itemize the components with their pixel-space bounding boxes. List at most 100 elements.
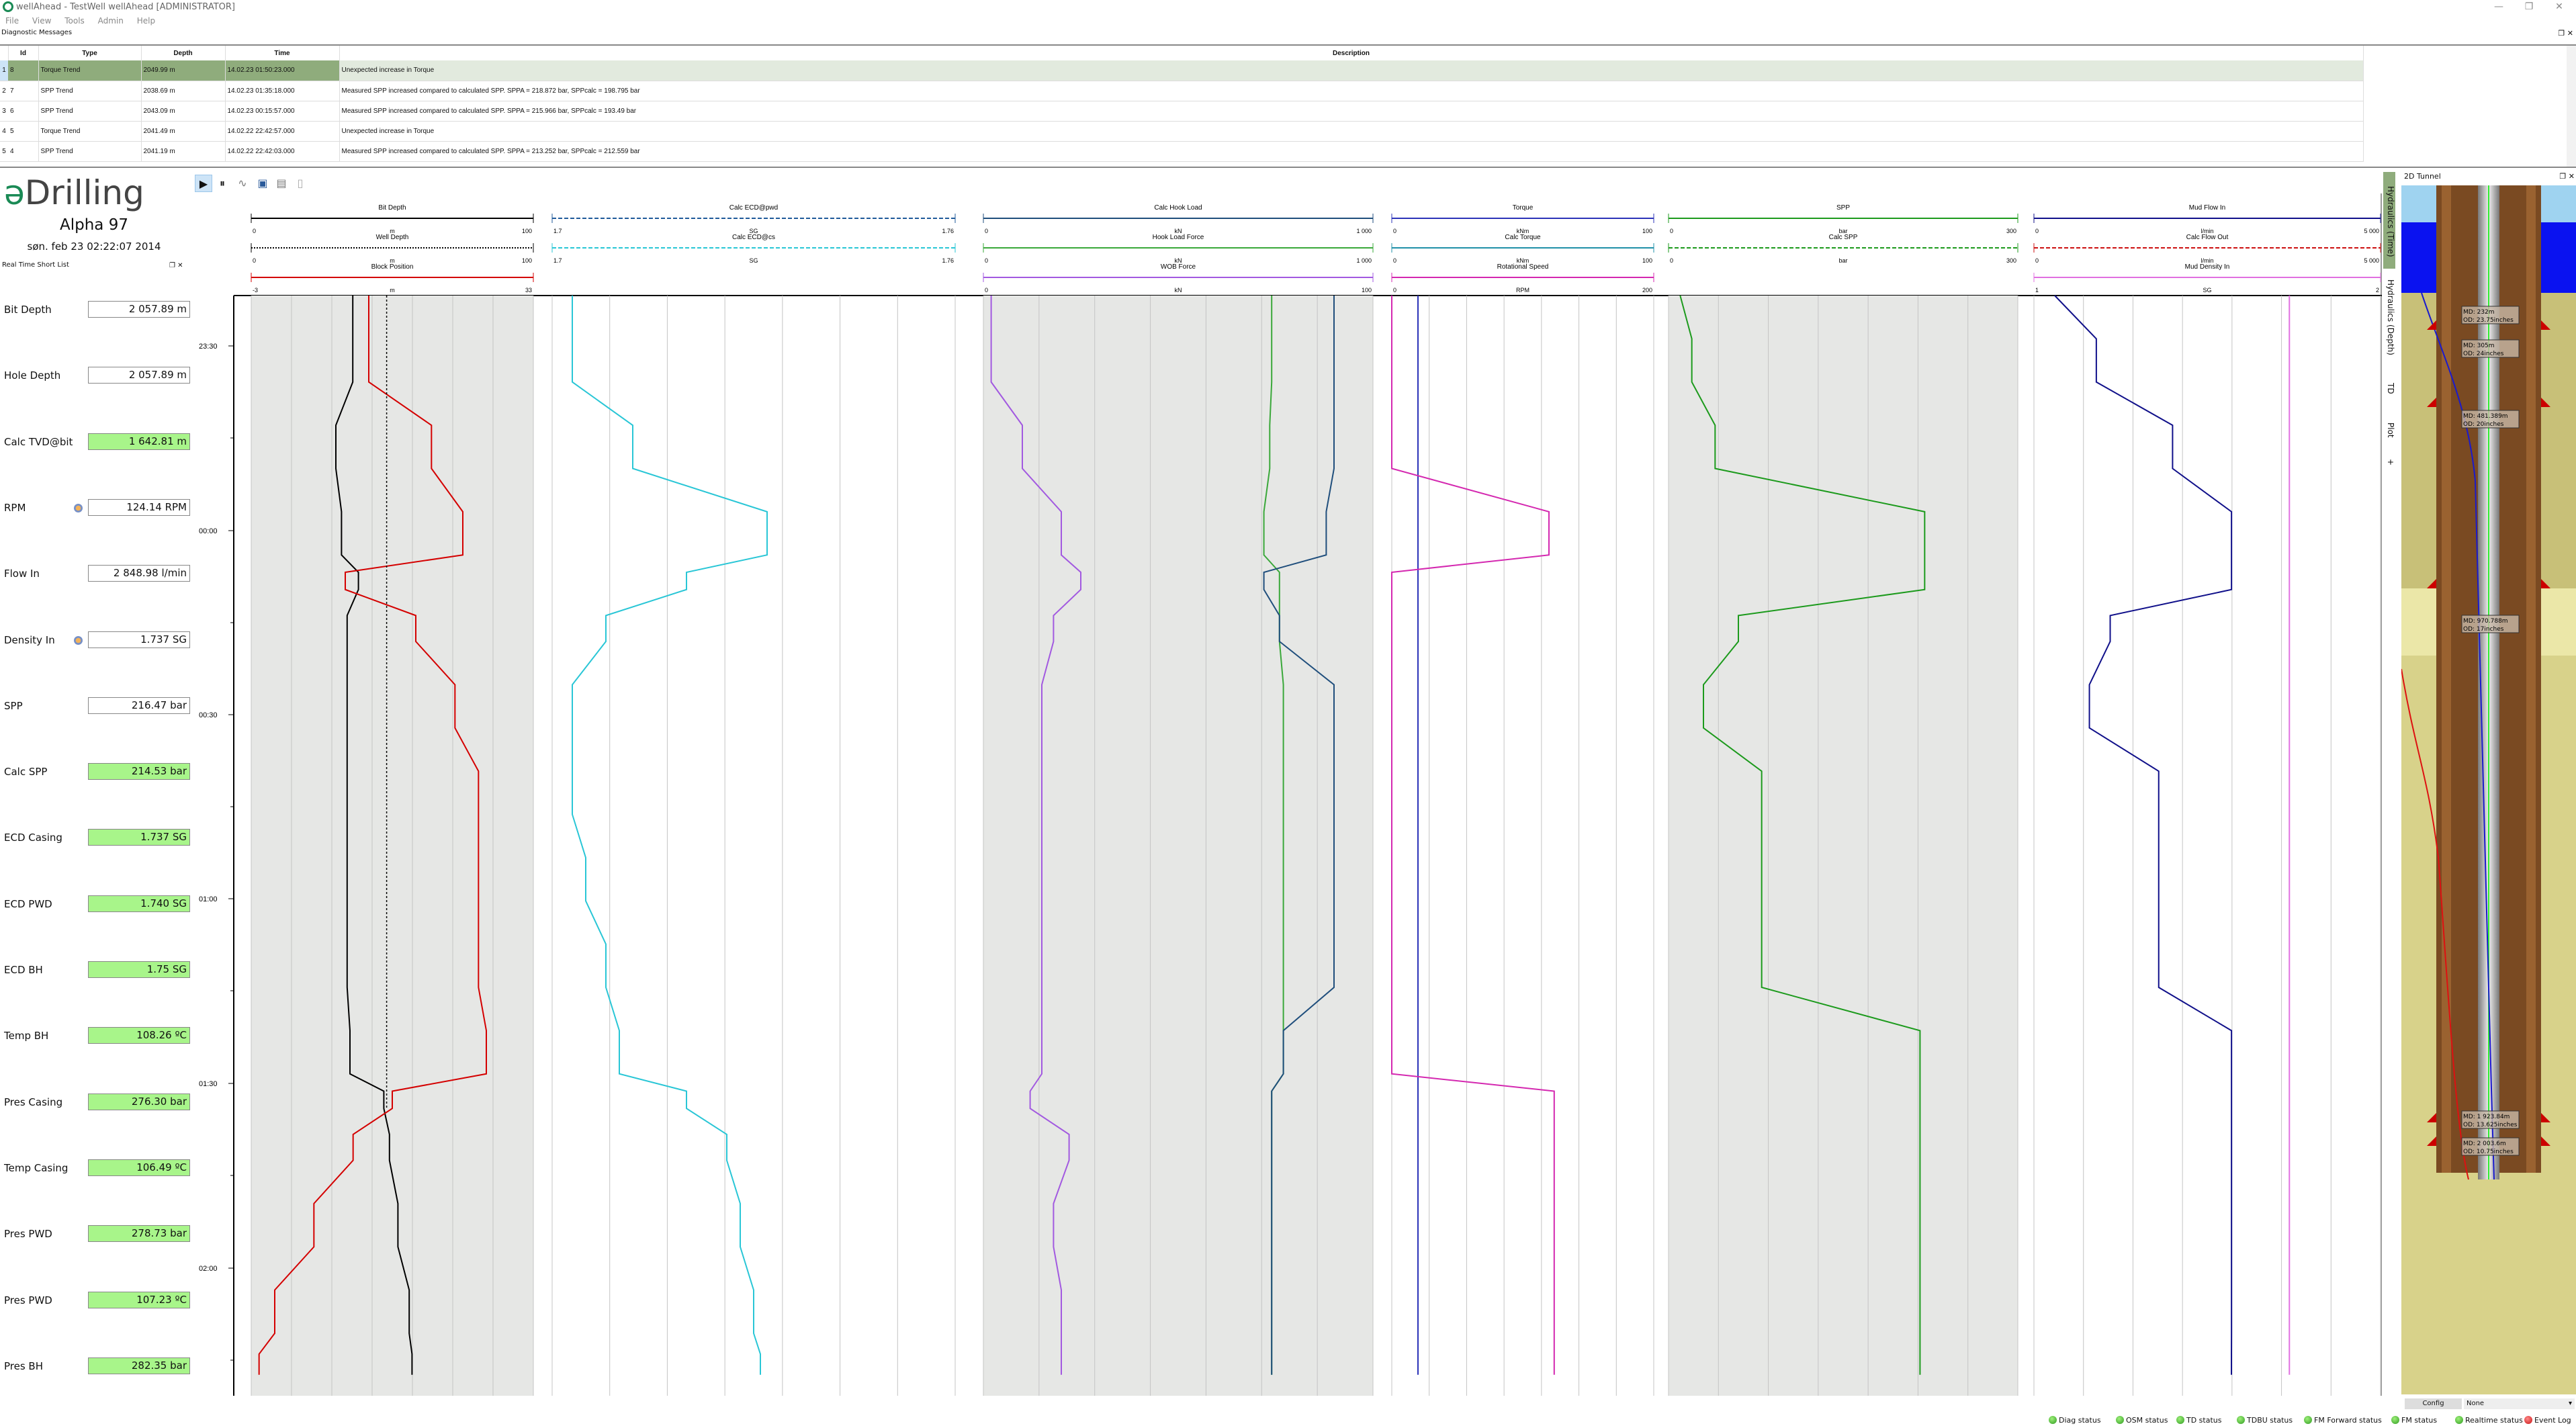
track-ecd[interactable]: Calc ECD@pwd 1.7 SG 1.76Calc ECD@cs 1.7 SG 1.7… [551, 204, 956, 1396]
print-icon[interactable]: ▤ [273, 175, 290, 192]
gauge-icon[interactable] [74, 503, 83, 512]
side-tab[interactable]: + [2383, 451, 2395, 471]
curve-header[interactable]: Rotational Speed 0 RPM 200 [1391, 263, 1654, 294]
curve-header[interactable]: Well Depth0 m 100 [251, 234, 534, 264]
col-description[interactable]: Description [339, 46, 2364, 60]
curve-header[interactable]: Calc SPP 0 bar 300 [1668, 234, 2018, 264]
curve-header[interactable]: Mud Density In 1 SG 2 [2033, 263, 2381, 294]
curve-header[interactable]: Calc Torque0 kNm 100 [1391, 234, 1654, 264]
diagnostics-panel-controls[interactable]: ❐ ✕ [2558, 29, 2573, 38]
curve-header[interactable]: SPP0 bar 300 [1668, 204, 2018, 234]
gauge-icon[interactable] [74, 635, 83, 645]
float-icon[interactable]: ❐ [2559, 172, 2566, 181]
float-icon[interactable]: ❐ [2558, 29, 2565, 38]
minimize-button[interactable]: — [2485, 1, 2512, 12]
curve-max: 5 000 [2364, 228, 2379, 234]
short-list-label: ECD BH [4, 964, 43, 976]
status-item[interactable]: OSM status [2116, 1416, 2168, 1425]
curve-header[interactable]: Torque0 kNm 100 [1391, 204, 1654, 234]
menu-help[interactable]: Help [137, 16, 155, 26]
curve-header[interactable]: Calc ECD@pwd1.7 SG 1.76 [551, 204, 956, 234]
ok-status-icon [2049, 1416, 2057, 1424]
pause-icon[interactable]: ⏸ [214, 175, 231, 192]
config-button[interactable]: Config [2405, 1398, 2462, 1409]
short-list-controls[interactable]: ❐ ✕ [169, 262, 183, 269]
curve-header[interactable]: WOB Force 0 kN 100 [983, 263, 1374, 294]
curve-header[interactable]: Bit Depth0 m 100 [251, 204, 534, 234]
short-list-value: 216.47 bar [88, 697, 190, 714]
table-row[interactable]: 2 7 SPP Trend 2038.69 m 14.02.23 01:35:18.00… [0, 81, 2364, 101]
diagnostics-scrollbar[interactable] [2567, 46, 2576, 167]
table-row[interactable]: 4 5 Torque Trend 2041.49 m 14.02.22 22:42:57… [0, 121, 2364, 142]
col-depth[interactable]: Depth [141, 46, 226, 60]
curve-header[interactable]: Calc ECD@cs 1.7 SG 1.76 [551, 234, 956, 264]
col-type[interactable]: Type [38, 46, 142, 60]
wave-icon[interactable]: ∿ [234, 175, 251, 192]
status-item[interactable]: FM status [2391, 1416, 2437, 1425]
side-tabs: Hydraulics (Time) Hydraulics (Depth) TD Plo… [2383, 172, 2395, 1394]
col-id[interactable]: Id [8, 46, 39, 60]
diagnostics-panel-title: Diagnostic Messages [1, 29, 73, 36]
short-list-item: ECD Casing 1.737 SG [4, 829, 190, 846]
track-flow[interactable]: Mud Flow In0 l/min 5 000Calc Flow Out0 l/mi… [2033, 204, 2381, 1396]
curve-unit: m [390, 287, 395, 294]
status-label: Realtime status [2465, 1416, 2523, 1425]
curve-header[interactable]: Calc Hook Load0 kN 1 000 [983, 204, 1374, 234]
close-icon[interactable]: ✕ [177, 262, 183, 269]
side-tab[interactable]: Hydraulics (Time) [2383, 172, 2395, 269]
track-spp[interactable]: SPP 0 bar 300Calc SPP 0 bar 300 [1668, 204, 2018, 1396]
menu-tools[interactable]: Tools [64, 16, 85, 26]
table-row[interactable]: 5 4 SPP Trend 2041.19 m 14.02.22 22:42:03.00… [0, 141, 2364, 162]
short-list-item: Temp BH 108.26 ºC [4, 1027, 190, 1044]
ok-status-icon [2455, 1416, 2463, 1424]
status-item[interactable]: Event Log [2524, 1416, 2571, 1425]
curve-max: 100 [522, 228, 532, 234]
track-torque[interactable]: Torque0 kNm 100Calc Torque0 kNm 100Rotationa… [1391, 204, 1654, 1396]
status-item[interactable]: FM Forward status [2304, 1416, 2382, 1425]
copy-icon[interactable]: ▯ [292, 175, 309, 192]
tunnel-panel-controls[interactable]: ❐ ✕ [2559, 172, 2575, 181]
track-depth[interactable]: Bit Depth0 m 100Well Depth0 m 100Block Posit… [251, 204, 534, 1396]
table-row[interactable]: 3 6 SPP Trend 2043.09 m 14.02.23 00:15:57.00… [0, 101, 2364, 122]
app-logo-icon [3, 1, 13, 12]
close-button[interactable]: ✕ [2546, 1, 2573, 12]
status-item[interactable]: TDBU status [2237, 1416, 2293, 1425]
side-tab-label: Hydraulics (Depth) [2386, 279, 2395, 355]
curve-min: 0 [1670, 228, 1673, 234]
close-icon[interactable]: ✕ [2567, 29, 2573, 38]
side-tab[interactable]: Plot [2383, 410, 2395, 447]
curve-header[interactable]: Hook Load Force0 kN 1 000 [983, 234, 1374, 264]
table-row[interactable]: 1 8 Torque Trend 2049.99 m 14.02.23 01:50:23… [0, 60, 2364, 81]
status-item[interactable]: Diag status [2049, 1416, 2101, 1425]
side-tab[interactable]: TD [2383, 367, 2395, 407]
hydraulics-time-plot[interactable]: 23:30 00:00 00:30 01:00 01:30 02:00 Bit Depth 0… [193, 193, 2382, 1396]
cell-depth: 2041.19 m [141, 141, 226, 162]
curve-header[interactable]: Calc Flow Out0 l/min 5 000 [2033, 234, 2381, 264]
curve-max: 300 [2006, 228, 2016, 234]
config-select[interactable]: None ▾ [2464, 1398, 2575, 1409]
curve-name: Mud Flow In [2189, 204, 2225, 212]
float-icon[interactable]: ❐ [169, 262, 175, 269]
menu-view[interactable]: View [32, 16, 51, 26]
curve-header[interactable]: Block Position -3 m 33 [251, 263, 534, 294]
col-time[interactable]: Time [225, 46, 340, 60]
close-icon[interactable]: ✕ [2569, 172, 2575, 181]
cell-type: Torque Trend [38, 121, 142, 142]
curve-min: 0 [1393, 257, 1396, 264]
play-icon[interactable]: ▶ [195, 175, 212, 192]
menu-file[interactable]: File [5, 16, 19, 26]
curve-min: 1.7 [553, 257, 562, 264]
curve-header[interactable]: Mud Flow In0 l/min 5 000 [2033, 204, 2381, 234]
casing-md: MD: 1 923.84m [2463, 1114, 2510, 1120]
restore-button[interactable]: ❐ [2516, 1, 2542, 12]
table-header: Id Type Depth Time Description [0, 46, 2364, 60]
cell-time: 14.02.23 01:50:23.000 [225, 60, 340, 81]
status-item[interactable]: TD status [2176, 1416, 2222, 1425]
cell-type: Torque Trend [38, 60, 142, 81]
casing-od: OD: 24inches [2463, 351, 2504, 357]
curve-name: Torque [1513, 204, 1534, 212]
save-icon[interactable]: ▣ [254, 175, 271, 192]
menu-admin[interactable]: Admin [98, 16, 124, 26]
side-tab[interactable]: Hydraulics (Depth) [2383, 269, 2395, 363]
status-item[interactable]: Realtime status [2455, 1416, 2523, 1425]
